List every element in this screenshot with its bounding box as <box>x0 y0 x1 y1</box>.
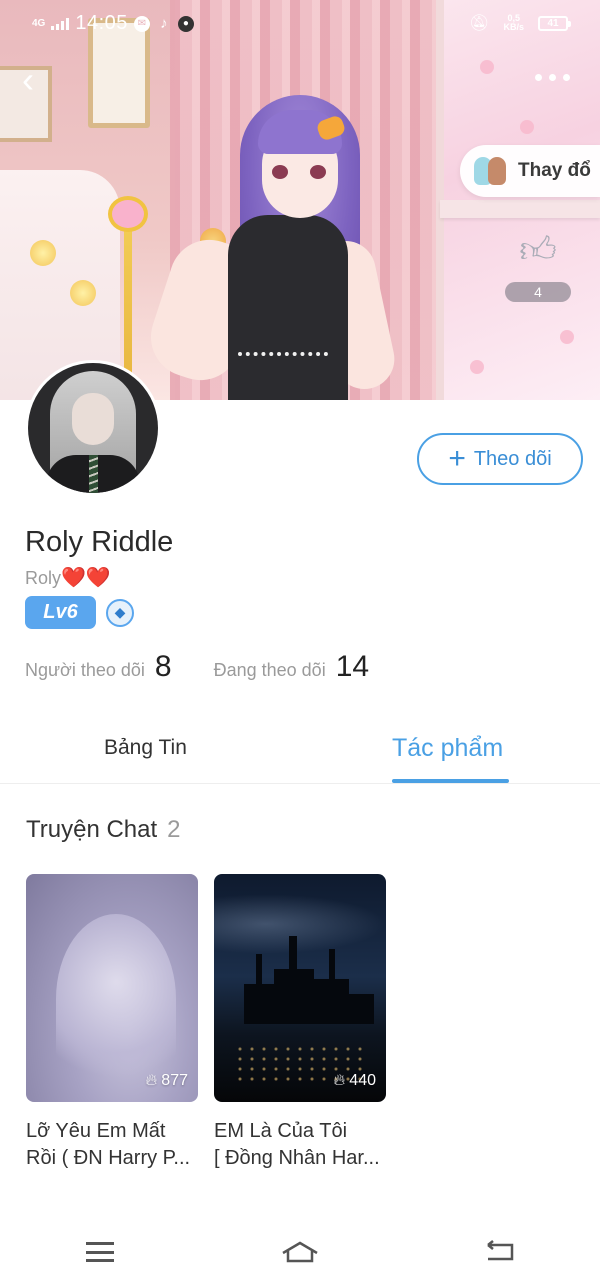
sakura-petal <box>520 120 534 134</box>
section-title-text: Truyện Chat <box>26 816 158 843</box>
view-count: 🔥︎ 877 <box>146 1072 188 1090</box>
section-title: Truyện Chat 2 <box>26 816 181 844</box>
chevron-left-icon[interactable]: ‹ <box>22 62 52 98</box>
fire-icon: 🔥︎ <box>333 1072 346 1089</box>
character-eye <box>310 165 326 179</box>
change-banner-label: Thay đổ <box>518 160 591 181</box>
story-cover[interactable]: 🔥︎ 877 <box>26 874 198 1102</box>
profile-handle-text: Roly <box>25 568 62 588</box>
profile-name: Roly Riddle <box>25 526 174 558</box>
character-eye <box>272 165 288 179</box>
profile-handle: Roly❤️❤️ <box>25 565 111 590</box>
profile-tabs: Bảng Tin Tác phẩm <box>0 730 600 784</box>
clock: 14:05 <box>75 12 128 34</box>
view-count-value: 440 <box>349 1072 376 1089</box>
follow-label: Theo dõi <box>473 447 552 470</box>
level-badge[interactable]: Lv6 <box>25 596 96 629</box>
heart-icon: ❤️❤️ <box>61 567 111 589</box>
fire-icon: 🔥︎ <box>145 1072 158 1089</box>
app-notification-icon: ● <box>177 15 194 32</box>
story-title-line2[interactable]: Rồi ( ĐN Harry P... <box>26 1145 198 1172</box>
plus-icon: + <box>448 442 466 475</box>
battery-icon: 41 <box>538 15 571 31</box>
banner-window-frame <box>440 200 600 218</box>
follow-stats: Người theo dõi 8 Đang theo dõi 14 <box>25 650 369 684</box>
sakura-petal <box>560 330 574 344</box>
like-count: 4 <box>505 282 571 302</box>
magic-wand <box>124 205 132 395</box>
castle-silhouette <box>234 934 374 1024</box>
tab-feed[interactable]: Bảng Tin <box>104 736 187 760</box>
following-count[interactable]: 14 <box>336 650 369 684</box>
magic-wand-heart <box>108 196 148 232</box>
tiktok-icon: ♪ <box>160 15 168 32</box>
avatar-tie <box>89 455 98 493</box>
character-dress <box>228 215 348 400</box>
avatar-face <box>72 393 114 445</box>
active-tab-indicator <box>392 779 509 783</box>
like-button[interactable]: 👍︎ 4 <box>505 230 571 302</box>
system-nav-bar <box>0 1217 600 1287</box>
profile-banner: 4G 14:05 ✉ ♪ ● 🔕︎ 0,5 KB/s 41 ‹ Thay đổ … <box>0 0 600 400</box>
network-speed-unit: KB/s <box>503 22 524 32</box>
back-arrow-icon[interactable] <box>470 1232 530 1272</box>
network-speed: 0,5 KB/s <box>503 14 524 32</box>
badge-row: Lv6 ◆ <box>25 596 134 629</box>
avatar[interactable] <box>25 360 161 496</box>
story-title[interactable]: Lỡ Yêu Em Mất <box>26 1118 198 1145</box>
thumbs-up-icon: 👍︎ <box>519 229 557 270</box>
mini-avatars-icon <box>472 154 510 188</box>
story-title-line2[interactable]: [ Đồng Nhân Har... <box>214 1145 386 1172</box>
story-cover[interactable]: 🔥︎ 440 <box>214 874 386 1102</box>
menu-icon[interactable] <box>70 1232 130 1272</box>
more-dots-icon[interactable] <box>535 74 570 81</box>
shield-medal-icon[interactable]: ◆ <box>106 598 134 627</box>
followers-count[interactable]: 8 <box>155 650 172 684</box>
section-count: 2 <box>167 816 181 843</box>
sakura-petal <box>470 360 484 374</box>
messenger-icon: ✉ <box>133 15 150 32</box>
home-icon[interactable] <box>270 1232 330 1272</box>
avatar-image <box>28 363 158 493</box>
sakura-petal <box>480 60 494 74</box>
character-pearl-belt <box>238 352 328 362</box>
follow-button[interactable]: + Theo dõi <box>417 433 583 485</box>
view-count: 🔥︎ 440 <box>334 1072 376 1090</box>
tab-works[interactable]: Tác phẩm <box>392 734 503 763</box>
signal-icon <box>51 17 70 30</box>
story-card[interactable]: 🔥︎ 877 Lỡ Yêu Em Mất Rồi ( ĐN Harry P... <box>26 874 198 1172</box>
status-bar: 4G 14:05 ✉ ♪ ● 🔕︎ 0,5 KB/s 41 <box>0 0 600 46</box>
flower <box>30 240 56 266</box>
network-type: 4G <box>32 18 46 29</box>
battery-level: 41 <box>547 17 559 29</box>
story-card[interactable]: 🔥︎ 440 EM Là Của Tôi [ Đồng Nhân Har... <box>214 874 386 1172</box>
bell-off-icon: 🔕︎ <box>469 15 490 32</box>
following-label[interactable]: Đang theo dõi <box>214 660 326 681</box>
followers-label[interactable]: Người theo dõi <box>25 660 145 681</box>
story-title[interactable]: EM Là Của Tôi <box>214 1118 386 1145</box>
flower <box>70 280 96 306</box>
change-banner-button[interactable]: Thay đổ <box>460 145 600 197</box>
view-count-value: 877 <box>161 1072 188 1089</box>
